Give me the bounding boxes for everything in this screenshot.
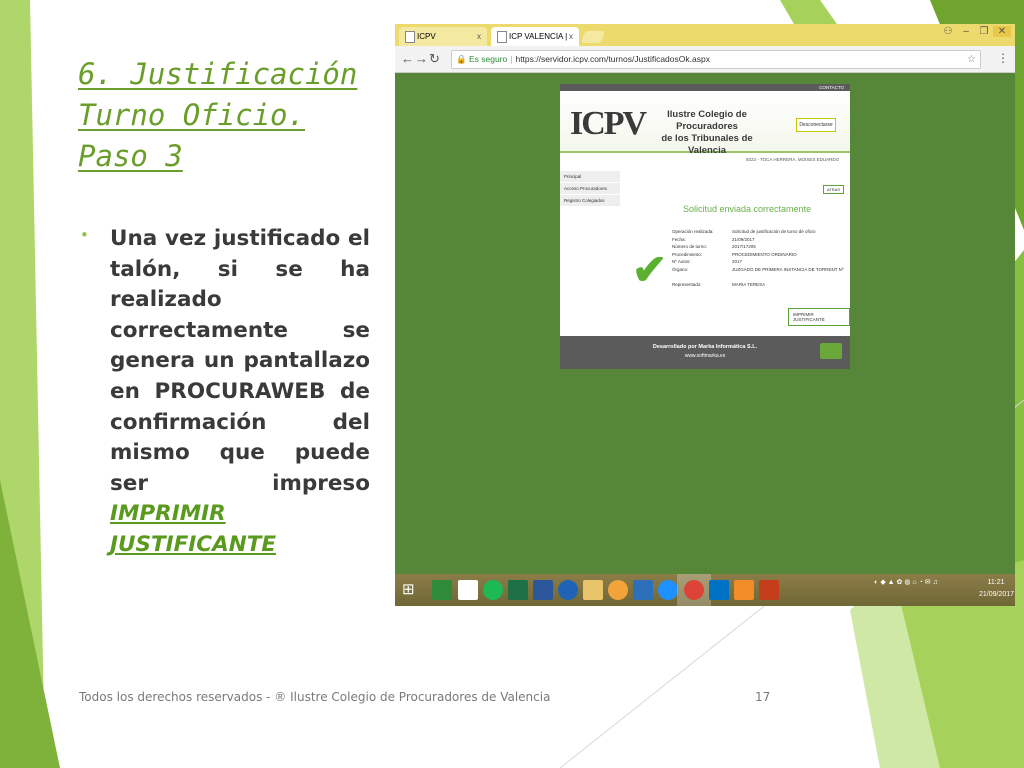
powerpoint-icon[interactable] xyxy=(759,580,779,600)
edge-icon[interactable] xyxy=(658,580,678,600)
detail-value: MARIA TERESA xyxy=(732,282,766,288)
reload-icon[interactable]: ↻ xyxy=(429,51,440,67)
menu-item-acceso-procuradores[interactable]: Acceso Procuradores xyxy=(560,183,620,195)
menu-item-principal[interactable]: Principal xyxy=(560,171,620,183)
detail-row: Fecha: 21/09/2017 xyxy=(672,236,872,244)
developer-credit: Desarrollado por Marka Informática S.L. xyxy=(652,344,758,350)
icpv-logo: ICPV xyxy=(570,105,647,142)
print-justificante-button[interactable]: IMPRIMIR JUSTIFICANTE xyxy=(788,308,850,326)
new-tab-button[interactable] xyxy=(580,31,606,43)
logout-button[interactable]: Desconectarse xyxy=(796,118,836,132)
spotify-icon[interactable] xyxy=(483,580,503,600)
detail-label: Número de turno: xyxy=(672,244,708,250)
maximize-icon[interactable]: ❐ xyxy=(975,26,993,37)
minimize-icon[interactable]: – xyxy=(957,26,975,37)
file-explorer-icon[interactable] xyxy=(583,580,603,600)
detail-value: PROCEDIMIENTO ORDINARIO xyxy=(732,251,797,257)
store-icon[interactable] xyxy=(432,580,452,600)
address-bar[interactable]: 🔒 Es seguro | https://servidor.icpv.com/tu… xyxy=(451,50,981,69)
detail-row: Procedimiento: PROCEDIMIENTO ORDINARIO xyxy=(672,251,872,259)
app-icon[interactable] xyxy=(734,580,754,600)
slide-footer: Todos los derechos reservados - ® Ilustr… xyxy=(79,690,551,704)
address-toolbar: ← → ↻ 🔒 Es seguro | https://servidor.icpv.… xyxy=(395,46,1015,73)
detail-label: Procedimiento: xyxy=(672,251,703,257)
user-info: 5023 - TOCA HERRERA, MOISES EDUARDO xyxy=(746,157,840,162)
tab-label: ICPV xyxy=(417,32,436,41)
browser-tab-justifica[interactable]: ICP VALENCIA | Justifica x xyxy=(491,27,579,60)
home-icon[interactable] xyxy=(458,580,478,600)
detail-label: Nº Autos: xyxy=(672,259,691,265)
site-top-bar: CONTACTO xyxy=(560,84,850,91)
detail-row xyxy=(672,274,872,282)
page-number: 17 xyxy=(755,690,771,704)
detail-row: Número de turno: 2017/17205 xyxy=(672,243,872,251)
contacto-link[interactable]: CONTACTO xyxy=(819,84,844,91)
browser-screenshot: ICPV x ICP VALENCIA | Justifica x ⚇–❐✕ ←… xyxy=(395,24,1015,606)
detail-label: Representado: xyxy=(672,282,702,288)
profile-icon[interactable]: ⚇ xyxy=(939,26,957,37)
detail-value: 21/09/2017 xyxy=(732,236,755,242)
checkmark-icon: ✔ xyxy=(632,246,668,293)
clock-time: 11:21 xyxy=(987,579,1005,586)
browser-menu-icon[interactable]: ⋮ xyxy=(997,51,1009,65)
clock-date: 21/09/2017 xyxy=(979,591,1015,598)
bullet-item: Una vez justificado el talón, si se ha r… xyxy=(110,224,370,561)
url-text: https://servidor.icpv.com/turnos/Justifi… xyxy=(515,54,710,64)
bullet-list: • Una vez justificado el talón, si se ha… xyxy=(80,224,370,561)
close-tab-icon[interactable]: x xyxy=(569,27,573,46)
detail-value: Solicitud de justificación de turno de o… xyxy=(732,229,816,234)
developer-url[interactable]: www.softmarka.es xyxy=(560,353,850,359)
bullet-marker: • xyxy=(80,226,89,244)
security-label: Es seguro xyxy=(468,54,508,64)
excel-icon[interactable] xyxy=(508,580,528,600)
page-icon xyxy=(405,31,415,43)
browser-tab-strip: ICPV x ICP VALENCIA | Justifica x ⚇–❐✕ xyxy=(395,24,1015,60)
site-name-line1: Ilustre Colegio de Procuradores xyxy=(667,109,747,132)
forward-arrow-icon[interactable]: → xyxy=(415,51,428,66)
detail-row: Operación realizada: Solicitud de justifi… xyxy=(672,228,872,236)
detail-value: 2017/17205 xyxy=(732,244,756,250)
detail-row: Órgano: JUZGADO DE PRIMERA INSTANCIA DE T… xyxy=(672,266,872,274)
detail-label: Fecha: xyxy=(672,236,686,242)
close-tab-icon[interactable]: x xyxy=(477,27,481,46)
outlook-icon[interactable] xyxy=(709,580,729,600)
submission-details: Operación realizada: Solicitud de justifi… xyxy=(672,228,872,289)
skype-icon[interactable] xyxy=(558,580,578,600)
app-icon[interactable] xyxy=(608,580,628,600)
lock-icon: 🔒 xyxy=(456,54,467,64)
system-tray-icons[interactable]: ◐ ◆ ▲ ✿ ◍ ⌂ ◔ ✉ ♫ xyxy=(841,577,971,589)
taskbar-clock[interactable]: 11:21 21/09/2017 xyxy=(979,577,1015,601)
success-message: Solicitud enviada correctamente xyxy=(683,204,812,214)
detail-value: JUZGADO DE PRIMERA INSTANCIA DE TORRENT … xyxy=(732,266,844,272)
bullet-text: Una vez justificado el talón, si se ha r… xyxy=(110,226,370,496)
chrome-icon[interactable] xyxy=(684,580,704,600)
webpage-content: CONTACTO ICPV Ilustre Colegio de Procura… xyxy=(560,84,850,369)
menu-item-registro-colegiados[interactable]: Registro Colegiados xyxy=(560,195,620,207)
site-sidebar-menu: Principal Acceso Procuradores Registro C… xyxy=(560,171,620,207)
site-footer: Desarrollado por Marka Informática S.L. … xyxy=(560,336,850,369)
back-button[interactable]: ATRAS xyxy=(822,185,844,194)
url-separator: | xyxy=(510,54,513,64)
site-name-line2: de los Tribunales de Valencia xyxy=(661,133,753,156)
window-controls: ⚇ – ❐ ✕ xyxy=(939,26,1011,37)
print-justificante-link[interactable]: IMPRIMIR JUSTIFICANTE xyxy=(110,501,276,557)
app-icon[interactable] xyxy=(633,580,653,600)
page-icon xyxy=(497,31,507,43)
detail-row: Representado: MARIA TERESA xyxy=(672,281,872,289)
word-icon[interactable] xyxy=(533,580,553,600)
badge-icon xyxy=(820,343,842,359)
browser-tab-icpv[interactable]: ICPV x xyxy=(399,27,487,46)
site-name: Ilustre Colegio de Procuradores de los T… xyxy=(642,109,772,157)
detail-label: Operación realizada: xyxy=(672,229,714,234)
detail-value: 2017 xyxy=(732,259,743,265)
detail-label: Órgano: xyxy=(672,266,689,272)
site-header: ICPV Ilustre Colegio de Procuradores de … xyxy=(560,91,850,156)
slide-title: 6. Justificación Turno Oficio. Paso 3 xyxy=(78,57,358,173)
windows-taskbar: ⊞ ◐ ◆ ▲ ✿ ◍ ⌂ ◔ ✉ ♫ 11:21 21/09/2017 xyxy=(395,574,1015,606)
detail-row: Nº Autos: 2017 xyxy=(672,258,872,266)
back-arrow-icon[interactable]: ← xyxy=(401,51,414,66)
close-window-icon[interactable]: ✕ xyxy=(993,26,1011,37)
windows-start-icon[interactable]: ⊞ xyxy=(402,580,422,600)
bookmark-star-icon[interactable]: ☆ xyxy=(967,51,976,68)
